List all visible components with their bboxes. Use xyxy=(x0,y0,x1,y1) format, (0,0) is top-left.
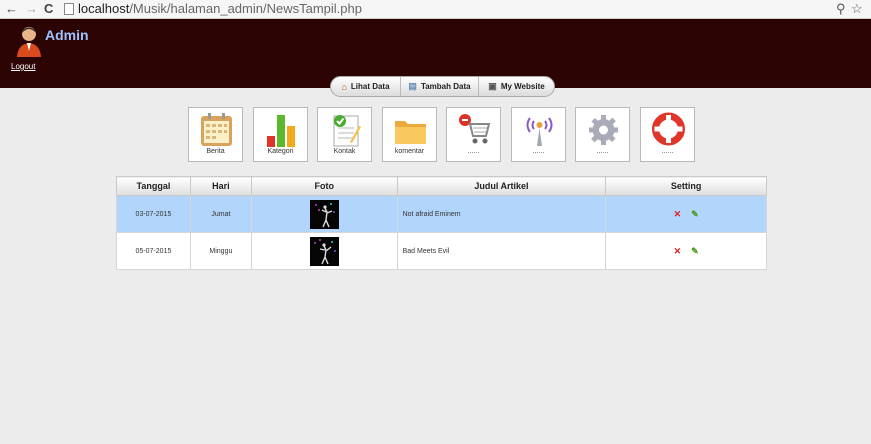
admin-avatar-icon xyxy=(17,27,41,57)
zoom-icon[interactable]: ⚲ xyxy=(836,1,846,16)
star-icon[interactable]: ☆ xyxy=(851,1,863,16)
lifebuoy-icon xyxy=(652,112,685,146)
app-title: Admin xyxy=(45,27,89,43)
shortcut-label: ...... xyxy=(467,148,480,155)
shortcut-label: Kontak xyxy=(333,148,356,155)
cell-photo xyxy=(250,232,398,270)
cell-date: 05-07-2015 xyxy=(116,232,191,270)
tab-my-website[interactable]: ▣ My Website xyxy=(479,77,554,96)
tab-label: Lihat Data xyxy=(350,82,390,91)
cell-day: Jumat xyxy=(189,195,252,233)
delete-icon[interactable]: ✕ xyxy=(674,209,682,220)
cell-title: Not afraid Eminem xyxy=(396,195,607,233)
shortcut-label: ...... xyxy=(532,148,545,155)
home-icon: ⌂ xyxy=(341,81,347,92)
bar-chart-icon xyxy=(267,115,295,147)
website-icon: ▣ xyxy=(488,81,497,91)
checklist-icon xyxy=(333,115,361,147)
calendar-icon xyxy=(201,113,232,146)
edit-icon[interactable]: ✎ xyxy=(691,209,699,220)
address-bar[interactable]: localhost/Musik/halaman_admin/NewsTampil… xyxy=(78,1,362,17)
tab-tambah-data[interactable]: ▤ Tambah Data xyxy=(401,77,479,96)
shortcut-kategori[interactable]: Kategori xyxy=(253,107,308,162)
tab-label: Tambah Data xyxy=(420,82,471,91)
shortcut-label: Kategori xyxy=(267,148,294,155)
page-icon xyxy=(64,3,74,15)
edit-icon[interactable]: ✎ xyxy=(691,246,699,257)
forward-arrow-icon[interactable]: → xyxy=(25,1,38,16)
shortcut-berita[interactable]: Berita xyxy=(188,107,243,162)
shortcut-label: komentar xyxy=(394,148,425,155)
column-header-foto[interactable]: Foto xyxy=(250,176,398,196)
broadcast-icon xyxy=(526,117,553,146)
cell-title: Bad Meets Evil xyxy=(396,232,607,270)
delete-icon[interactable]: ✕ xyxy=(674,246,682,257)
folder-icon xyxy=(395,121,426,144)
column-header-tanggal[interactable]: Tanggal xyxy=(116,176,191,196)
shortcut-label: ...... xyxy=(596,148,609,155)
shortcut-cart[interactable]: ...... xyxy=(446,107,501,162)
logout-link[interactable]: Logout xyxy=(11,62,35,71)
cell-photo xyxy=(250,195,398,233)
browser-toolbar: ← → C localhost/Musik/halaman_admin/News… xyxy=(0,0,871,19)
article-thumbnail[interactable] xyxy=(309,199,339,229)
shortcut-kontak[interactable]: Kontak xyxy=(317,107,372,162)
column-header-setting[interactable]: Setting xyxy=(605,176,767,196)
shortcut-komentar[interactable]: komentar xyxy=(382,107,437,162)
gear-icon xyxy=(589,115,618,145)
document-icon: ▤ xyxy=(408,81,417,91)
tab-lihat-data[interactable]: ⌂ Lihat Data xyxy=(331,77,401,96)
reload-icon[interactable]: C xyxy=(44,1,53,16)
url-host: localhost xyxy=(78,1,130,16)
news-table: Tanggal Hari Foto Judul Artikel Setting … xyxy=(116,176,767,270)
shortcut-label: Berita xyxy=(206,148,225,155)
table-header-row: Tanggal Hari Foto Judul Artikel Setting xyxy=(116,176,767,196)
url-path: /Musik/halaman_admin/NewsTampil.php xyxy=(129,1,362,16)
table-row[interactable]: 05-07-2015 Minggu Bad Meets Evil ✕ ✎ xyxy=(116,232,767,270)
shortcut-help[interactable]: ...... xyxy=(640,107,695,162)
main-tabs: ⌂ Lihat Data ▤ Tambah Data ▣ My Website xyxy=(330,76,555,97)
cell-day: Minggu xyxy=(189,232,252,270)
column-header-judul-artikel[interactable]: Judul Artikel xyxy=(396,176,607,196)
article-thumbnail[interactable] xyxy=(309,236,339,266)
cell-date: 03-07-2015 xyxy=(116,195,191,233)
cart-icon xyxy=(459,114,491,144)
column-header-hari[interactable]: Hari xyxy=(189,176,252,196)
shortcut-label: ...... xyxy=(661,148,674,155)
cell-setting: ✕ ✎ xyxy=(605,195,767,233)
tab-label: My Website xyxy=(500,82,545,91)
back-arrow-icon[interactable]: ← xyxy=(5,1,18,16)
table-row[interactable]: 03-07-2015 Jumat Not afraid Eminem ✕ ✎ xyxy=(116,195,767,233)
shortcut-broadcast[interactable]: ...... xyxy=(511,107,566,162)
shortcut-settings[interactable]: ...... xyxy=(575,107,630,162)
cell-setting: ✕ ✎ xyxy=(605,232,767,270)
